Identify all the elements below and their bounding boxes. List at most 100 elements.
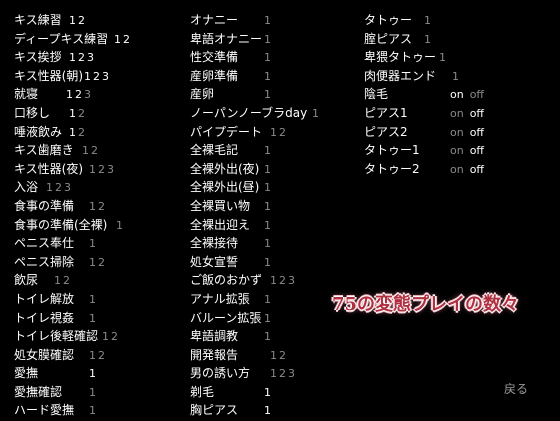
scene-row[interactable]: タトゥー2 on off (364, 160, 544, 179)
level-button[interactable]: 1 (270, 347, 279, 366)
level-button[interactable]: 2 (98, 198, 107, 217)
scene-row[interactable]: ピアス2 on off (364, 123, 544, 142)
scene-row[interactable]: タトゥー1 on off (364, 141, 544, 160)
toggle-on-button[interactable]: on (450, 86, 464, 105)
toggle-off-button[interactable]: off (470, 124, 484, 143)
level-button[interactable]: 1 (264, 310, 273, 329)
level-button[interactable]: 3 (87, 49, 96, 68)
level-button[interactable]: 1 (424, 12, 433, 31)
scene-row[interactable]: 剃毛 1 (190, 383, 360, 402)
level-button[interactable]: 2 (279, 365, 288, 384)
scene-row[interactable]: ディープキス練習 12 (14, 30, 184, 49)
level-button[interactable]: 1 (439, 49, 448, 68)
level-button[interactable]: 1 (270, 124, 279, 143)
scene-row[interactable]: オナニー 1 (190, 11, 360, 30)
level-button[interactable]: 1 (312, 105, 321, 124)
level-button[interactable]: 3 (288, 272, 297, 291)
scene-row[interactable]: キス挨拶 123 (14, 48, 184, 67)
level-button[interactable]: 1 (69, 12, 78, 31)
scene-row[interactable]: 就寝 123 (14, 85, 184, 104)
scene-row[interactable]: 全裸外出(夜) 1 (190, 160, 360, 179)
level-button[interactable]: 1 (89, 384, 98, 403)
level-button[interactable]: 1 (54, 272, 63, 291)
level-button[interactable]: 1 (264, 31, 273, 50)
level-button[interactable]: 1 (264, 235, 273, 254)
scene-row[interactable]: 卑猥タトゥー 1 (364, 48, 544, 67)
level-button[interactable]: 2 (63, 272, 72, 291)
level-button[interactable]: 1 (264, 179, 273, 198)
level-button[interactable]: 3 (102, 68, 111, 87)
level-button[interactable]: 1 (89, 254, 98, 273)
level-button[interactable]: 1 (89, 310, 98, 329)
scene-row[interactable]: 処女宣誓 1 (190, 253, 360, 272)
scene-row[interactable]: トイレ後軽確認 12 (14, 327, 184, 346)
scene-row[interactable]: 産卵準備 1 (190, 67, 360, 86)
level-button[interactable]: 1 (270, 365, 279, 384)
level-button[interactable]: 2 (93, 68, 102, 87)
scene-row[interactable]: 肉便器エンド 1 (364, 67, 544, 86)
scene-row[interactable]: 産卵 1 (190, 85, 360, 104)
scene-row[interactable]: 全裸買い物 1 (190, 197, 360, 216)
level-button[interactable]: 2 (279, 347, 288, 366)
level-button[interactable]: 1 (264, 217, 273, 236)
level-button[interactable]: 1 (264, 49, 273, 68)
level-button[interactable]: 1 (264, 86, 273, 105)
level-button[interactable]: 2 (98, 347, 107, 366)
level-button[interactable]: 1 (89, 198, 98, 217)
toggle-on-button[interactable]: on (450, 161, 464, 180)
toggle-on-button[interactable]: on (450, 142, 464, 161)
scene-row[interactable]: 開発報告 12 (190, 346, 360, 365)
scene-row[interactable]: 全裸出迎え 1 (190, 216, 360, 235)
level-button[interactable]: 1 (102, 328, 111, 347)
scene-row[interactable]: 口移し 12 (14, 104, 184, 123)
level-button[interactable]: 2 (123, 31, 132, 50)
scene-row[interactable]: 男の誘い方 123 (190, 364, 360, 383)
level-button[interactable]: 1 (89, 161, 98, 180)
level-button[interactable]: 3 (288, 365, 297, 384)
level-button[interactable]: 1 (69, 49, 78, 68)
scene-row[interactable]: キス性器(朝) 123 (14, 67, 184, 86)
scene-row[interactable]: 愛撫 1 (14, 364, 184, 383)
scene-row[interactable]: ハード愛撫 1 (14, 401, 184, 420)
scene-row[interactable]: パイプデート 12 (190, 123, 360, 142)
scene-row[interactable]: タトゥー 1 (364, 11, 544, 30)
level-button[interactable]: 2 (98, 254, 107, 273)
scene-row[interactable]: 全裸毛記 1 (190, 141, 360, 160)
scene-row[interactable]: 唾液飲み 12 (14, 123, 184, 142)
level-button[interactable]: 1 (264, 254, 273, 273)
scene-row[interactable]: 入浴 123 (14, 178, 184, 197)
scene-row[interactable]: 全裸外出(昼) 1 (190, 178, 360, 197)
scene-row[interactable]: ノーパンノーブラday 1 (190, 104, 360, 123)
scene-row[interactable]: 性交準備 1 (190, 48, 360, 67)
scene-row[interactable]: トイレ視姦 1 (14, 309, 184, 328)
level-button[interactable]: 1 (89, 365, 98, 384)
level-button[interactable]: 1 (264, 384, 273, 403)
level-button[interactable]: 1 (264, 328, 273, 347)
level-button[interactable]: 1 (114, 31, 123, 50)
level-button[interactable]: 2 (279, 272, 288, 291)
level-button[interactable]: 1 (116, 217, 125, 236)
level-button[interactable]: 1 (69, 105, 78, 124)
level-button[interactable]: 1 (89, 291, 98, 310)
scene-row[interactable]: キス練習 12 (14, 11, 184, 30)
scene-row[interactable]: 全裸接待 1 (190, 234, 360, 253)
level-button[interactable]: 1 (89, 347, 98, 366)
level-button[interactable]: 2 (78, 49, 87, 68)
scene-row[interactable]: 食事の準備 12 (14, 197, 184, 216)
scene-row[interactable]: 陰毛 on off (364, 85, 544, 104)
level-button[interactable]: 1 (424, 31, 433, 50)
level-button[interactable]: 1 (66, 86, 75, 105)
level-button[interactable]: 1 (89, 402, 98, 421)
level-button[interactable]: 1 (84, 68, 93, 87)
scene-row[interactable]: ペニス掃除 12 (14, 253, 184, 272)
level-button[interactable]: 1 (264, 12, 273, 31)
scene-row[interactable]: 飲尿 12 (14, 271, 184, 290)
scene-row[interactable]: ご飯のおかず 123 (190, 271, 360, 290)
level-button[interactable]: 1 (264, 291, 273, 310)
level-button[interactable]: 1 (270, 272, 279, 291)
scene-row[interactable]: 愛撫確認 1 (14, 383, 184, 402)
toggle-on-button[interactable]: on (450, 124, 464, 143)
level-button[interactable]: 1 (264, 142, 273, 161)
level-button[interactable]: 2 (78, 124, 87, 143)
level-button[interactable]: 2 (111, 328, 120, 347)
